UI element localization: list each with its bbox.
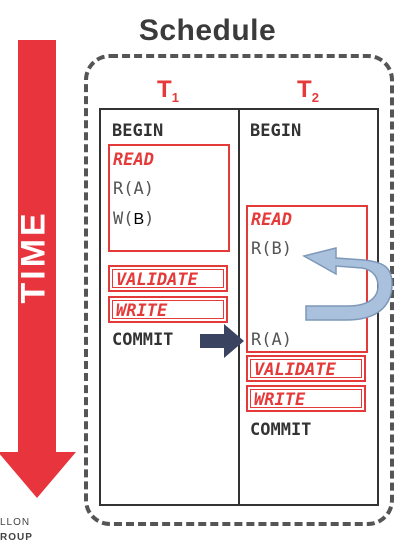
t1-commit: COMMIT — [112, 330, 174, 350]
t2-write-phase: WRITE — [246, 385, 366, 412]
time-label: TIME — [15, 210, 54, 303]
t1-begin: BEGIN — [112, 121, 164, 141]
t2-begin: BEGIN — [250, 121, 302, 141]
t2-write-label: WRITE — [254, 390, 306, 410]
t2-validate-label: VALIDATE — [254, 360, 336, 380]
curved-arrow-shape — [301, 247, 393, 321]
t2-op-read-b: R(B) — [251, 239, 292, 259]
t1-op-read-a: R(A) — [113, 179, 154, 199]
commit-arrow-shape — [200, 324, 244, 358]
t1-validate-label: VALIDATE — [116, 270, 198, 290]
t2-op-read-a: R(A) — [251, 330, 292, 350]
t2-validate-phase: VALIDATE — [246, 355, 366, 382]
t1-read-label: READ — [113, 150, 154, 170]
logo-line-2: ROUP — [0, 532, 33, 543]
t1-write-phase: WRITE — [108, 296, 228, 323]
commit-arrow — [200, 324, 244, 358]
t2-read-label: READ — [251, 210, 292, 230]
logo-line-1: LLON — [0, 517, 31, 528]
t1-op-write-b: W(B) — [113, 209, 155, 229]
txn-header-t1: T1 — [157, 76, 179, 105]
t2-commit: COMMIT — [250, 420, 312, 440]
t1-write-label: WRITE — [116, 301, 168, 321]
txn-header-t2: T2 — [297, 76, 319, 105]
t1-validate-phase: VALIDATE — [108, 265, 228, 292]
curved-arrow — [301, 247, 393, 321]
column-divider — [238, 108, 240, 506]
